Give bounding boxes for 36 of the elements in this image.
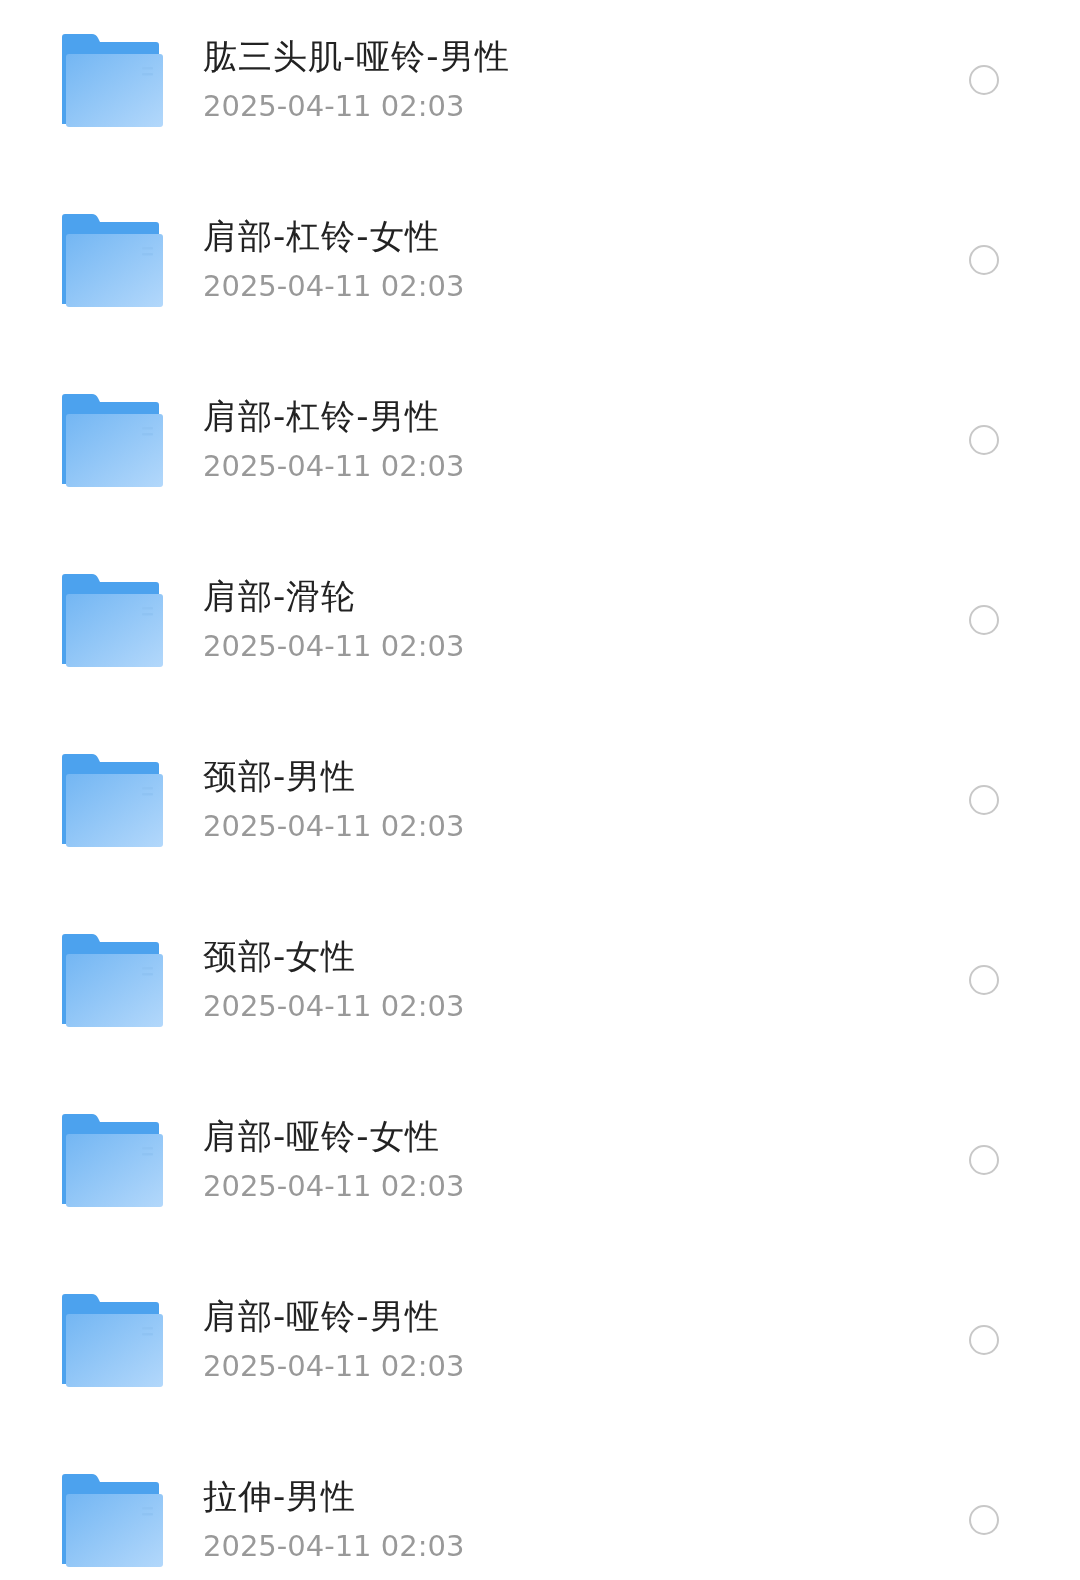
modified-date: 2025-04-11 02:03 [203,88,466,124]
folder-icon [62,1113,163,1207]
folder-icon [62,1293,163,1387]
folder-name: 肩部-杠铃-女性 [203,216,441,256]
modified-date: 2025-04-11 02:03 [203,1168,466,1204]
select-radio[interactable] [969,785,999,815]
folder-icon [62,753,163,847]
folder-name: 肱三头肌-哑铃-男性 [203,36,511,76]
folder-name: 颈部-男性 [203,756,358,796]
modified-date: 2025-04-11 02:03 [203,268,466,304]
select-radio[interactable] [969,65,999,95]
select-radio[interactable] [969,965,999,995]
folder-name: 肩部-滑轮 [203,576,358,616]
select-radio[interactable] [969,1505,999,1535]
folder-name: 颈部-女性 [203,936,358,976]
folder-icon [62,33,163,127]
select-radio[interactable] [969,1145,999,1175]
modified-date: 2025-04-11 02:03 [203,808,466,844]
select-radio[interactable] [969,1325,999,1355]
select-radio[interactable] [969,245,999,275]
modified-date: 2025-04-11 02:03 [203,448,466,484]
folder-icon [62,933,163,1027]
folder-name: 拉伸-男性 [203,1476,358,1516]
modified-date: 2025-04-11 02:03 [203,1348,466,1384]
folder-name: 肩部-杠铃-男性 [203,396,441,436]
select-radio[interactable] [969,425,999,455]
folder-icon [62,393,163,487]
folder-icon [62,213,163,307]
folder-icon [62,1473,163,1567]
folder-icon [62,573,163,667]
folder-name: 肩部-哑铃-男性 [203,1296,441,1336]
select-radio[interactable] [969,605,999,635]
modified-date: 2025-04-11 02:03 [203,1528,466,1564]
modified-date: 2025-04-11 02:03 [203,988,466,1024]
modified-date: 2025-04-11 02:03 [203,628,466,664]
folder-name: 肩部-哑铃-女性 [203,1116,441,1156]
